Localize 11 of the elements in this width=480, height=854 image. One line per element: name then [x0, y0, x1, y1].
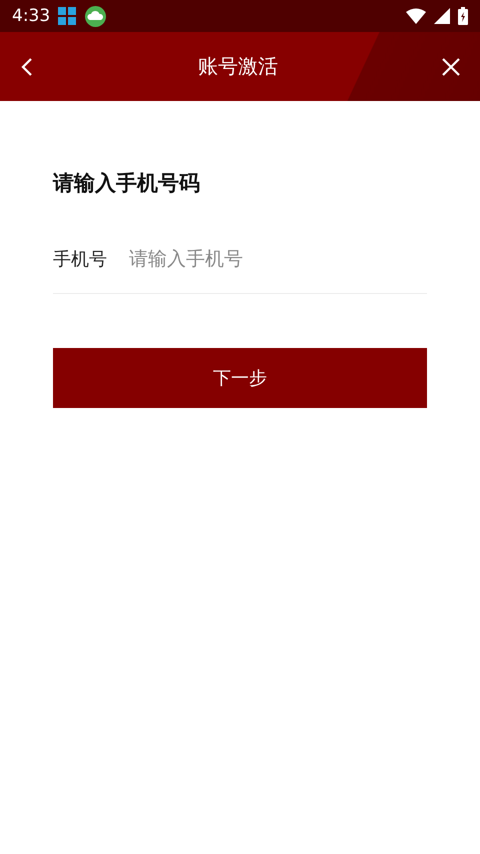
cloud-icon — [85, 6, 106, 26]
close-icon — [440, 56, 462, 78]
form-heading: 请输入手机号码 — [53, 170, 201, 197]
phone-label: 手机号 — [53, 248, 107, 271]
wifi-icon — [406, 8, 426, 24]
grid-icon — [58, 6, 78, 26]
status-time: 4:33 — [12, 6, 50, 26]
signal-icon — [434, 8, 450, 24]
battery-icon — [458, 7, 468, 25]
next-button[interactable]: 下一步 — [53, 348, 427, 408]
page-title: 账号激活 — [198, 53, 278, 80]
